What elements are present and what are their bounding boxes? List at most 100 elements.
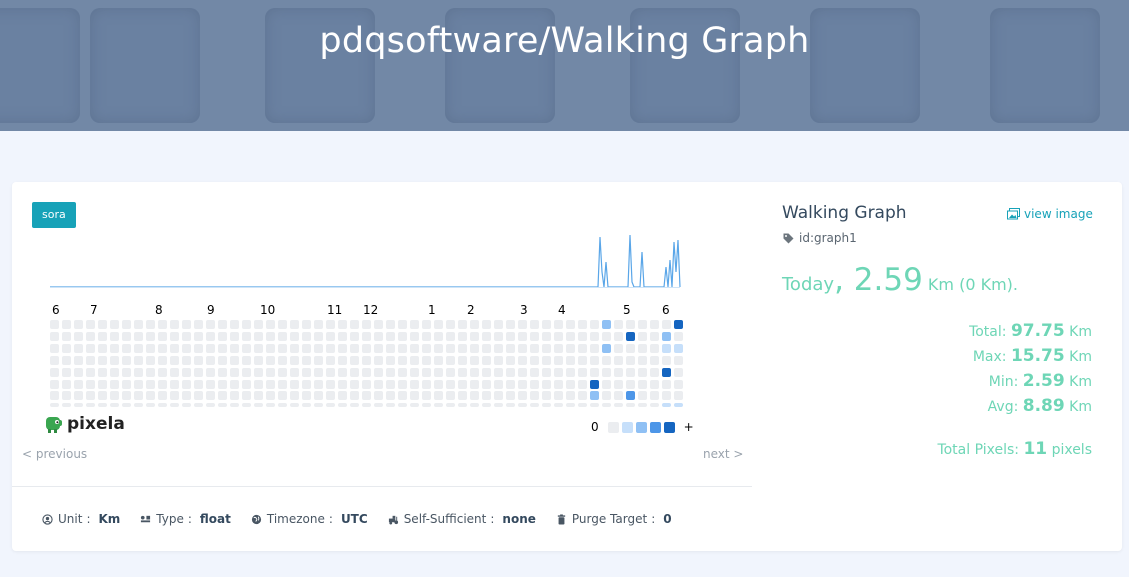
- heatmap-cell[interactable]: [98, 343, 107, 353]
- heatmap-cell[interactable]: [422, 379, 431, 389]
- heatmap-cell[interactable]: [494, 331, 503, 341]
- heatmap-cell[interactable]: [470, 355, 479, 365]
- heatmap-cell[interactable]: [398, 320, 407, 329]
- heatmap-cell[interactable]: [386, 367, 395, 377]
- heatmap-cell[interactable]: [554, 320, 563, 329]
- heatmap-cell[interactable]: [590, 403, 599, 408]
- heatmap-cell[interactable]: [194, 403, 203, 408]
- heatmap-cell[interactable]: [386, 403, 395, 408]
- heatmap-cell[interactable]: [158, 320, 167, 329]
- heatmap-cell[interactable]: [590, 320, 599, 329]
- heatmap-cell[interactable]: [422, 320, 431, 329]
- heatmap-cell[interactable]: [86, 367, 95, 377]
- heatmap-cell[interactable]: [338, 331, 347, 341]
- heatmap-cell[interactable]: [530, 355, 539, 365]
- heatmap-cell[interactable]: [650, 391, 659, 401]
- heatmap-cell[interactable]: [410, 379, 419, 389]
- heatmap-cell[interactable]: [230, 331, 239, 341]
- heatmap-cell[interactable]: [314, 331, 323, 341]
- heatmap-cell[interactable]: [578, 391, 587, 401]
- heatmap-cell[interactable]: [110, 391, 119, 401]
- heatmap-cell[interactable]: [62, 343, 71, 353]
- heatmap-cell[interactable]: [134, 331, 143, 341]
- heatmap-cell[interactable]: [182, 367, 191, 377]
- heatmap-cell[interactable]: [230, 355, 239, 365]
- heatmap-cell[interactable]: [242, 403, 251, 408]
- heatmap-cell[interactable]: [518, 355, 527, 365]
- heatmap-cell[interactable]: [542, 331, 551, 341]
- heatmap-cell[interactable]: [566, 367, 575, 377]
- heatmap-cell[interactable]: [302, 403, 311, 408]
- heatmap-cell[interactable]: [74, 403, 83, 408]
- heatmap-cell[interactable]: [410, 320, 419, 329]
- heatmap-cell[interactable]: [590, 367, 599, 377]
- heatmap-cell[interactable]: [542, 367, 551, 377]
- heatmap-cell[interactable]: [578, 403, 587, 408]
- heatmap-cell[interactable]: [110, 367, 119, 377]
- heatmap-cell[interactable]: [590, 343, 599, 353]
- heatmap-cell[interactable]: [350, 355, 359, 365]
- heatmap-cell[interactable]: [206, 391, 215, 401]
- heatmap-cell[interactable]: [254, 379, 263, 389]
- heatmap-cell[interactable]: [530, 367, 539, 377]
- heatmap-cell[interactable]: [146, 391, 155, 401]
- heatmap-cell[interactable]: [458, 403, 467, 408]
- heatmap-cell[interactable]: [542, 320, 551, 329]
- heatmap-cell[interactable]: [146, 367, 155, 377]
- heatmap-cell[interactable]: [218, 320, 227, 329]
- heatmap-cell[interactable]: [206, 355, 215, 365]
- heatmap-cell[interactable]: [314, 343, 323, 353]
- heatmap-cell[interactable]: [638, 343, 647, 353]
- heatmap-cell[interactable]: [62, 320, 71, 329]
- heatmap-cell[interactable]: [602, 367, 611, 377]
- heatmap-cell[interactable]: [542, 391, 551, 401]
- heatmap-cell[interactable]: [122, 367, 131, 377]
- heatmap-cell[interactable]: [374, 355, 383, 365]
- heatmap-cell[interactable]: [206, 331, 215, 341]
- heatmap-cell[interactable]: [434, 355, 443, 365]
- heatmap-cell[interactable]: [362, 379, 371, 389]
- heatmap-cell[interactable]: [206, 367, 215, 377]
- heatmap-cell[interactable]: [134, 355, 143, 365]
- heatmap-cell[interactable]: [362, 331, 371, 341]
- heatmap-cell[interactable]: [290, 391, 299, 401]
- heatmap-cell[interactable]: [530, 343, 539, 353]
- heatmap-cell[interactable]: [278, 331, 287, 341]
- heatmap-cell[interactable]: [638, 379, 647, 389]
- heatmap-cell[interactable]: [182, 320, 191, 329]
- heatmap-cell[interactable]: [614, 403, 623, 408]
- next-link[interactable]: next >: [703, 447, 743, 461]
- heatmap-cell[interactable]: [650, 355, 659, 365]
- heatmap-cell[interactable]: [482, 367, 491, 377]
- heatmap-cell[interactable]: [98, 367, 107, 377]
- heatmap-cell[interactable]: [398, 403, 407, 408]
- user-badge[interactable]: sora: [32, 202, 76, 228]
- heatmap-cell[interactable]: [590, 391, 599, 401]
- heatmap-cell[interactable]: [434, 379, 443, 389]
- heatmap-cell[interactable]: [218, 355, 227, 365]
- heatmap-cell[interactable]: [458, 391, 467, 401]
- heatmap-cell[interactable]: [410, 391, 419, 401]
- heatmap-cell[interactable]: [494, 367, 503, 377]
- heatmap-cell[interactable]: [194, 391, 203, 401]
- heatmap-cell[interactable]: [530, 391, 539, 401]
- heatmap-cell[interactable]: [662, 320, 671, 329]
- heatmap-cell[interactable]: [338, 391, 347, 401]
- heatmap-cell[interactable]: [278, 343, 287, 353]
- heatmap-cell[interactable]: [206, 403, 215, 408]
- heatmap-cell[interactable]: [374, 391, 383, 401]
- heatmap-cell[interactable]: [518, 320, 527, 329]
- heatmap-cell[interactable]: [386, 355, 395, 365]
- heatmap-cell[interactable]: [278, 367, 287, 377]
- heatmap-cell[interactable]: [650, 331, 659, 341]
- heatmap-cell[interactable]: [410, 343, 419, 353]
- heatmap-cell[interactable]: [122, 391, 131, 401]
- heatmap-cell[interactable]: [614, 391, 623, 401]
- heatmap-cell[interactable]: [230, 391, 239, 401]
- heatmap-cell[interactable]: [122, 320, 131, 329]
- heatmap-cell[interactable]: [98, 320, 107, 329]
- heatmap-cell[interactable]: [674, 391, 683, 401]
- heatmap-cell[interactable]: [62, 403, 71, 408]
- heatmap-cell[interactable]: [362, 391, 371, 401]
- heatmap-cell[interactable]: [218, 379, 227, 389]
